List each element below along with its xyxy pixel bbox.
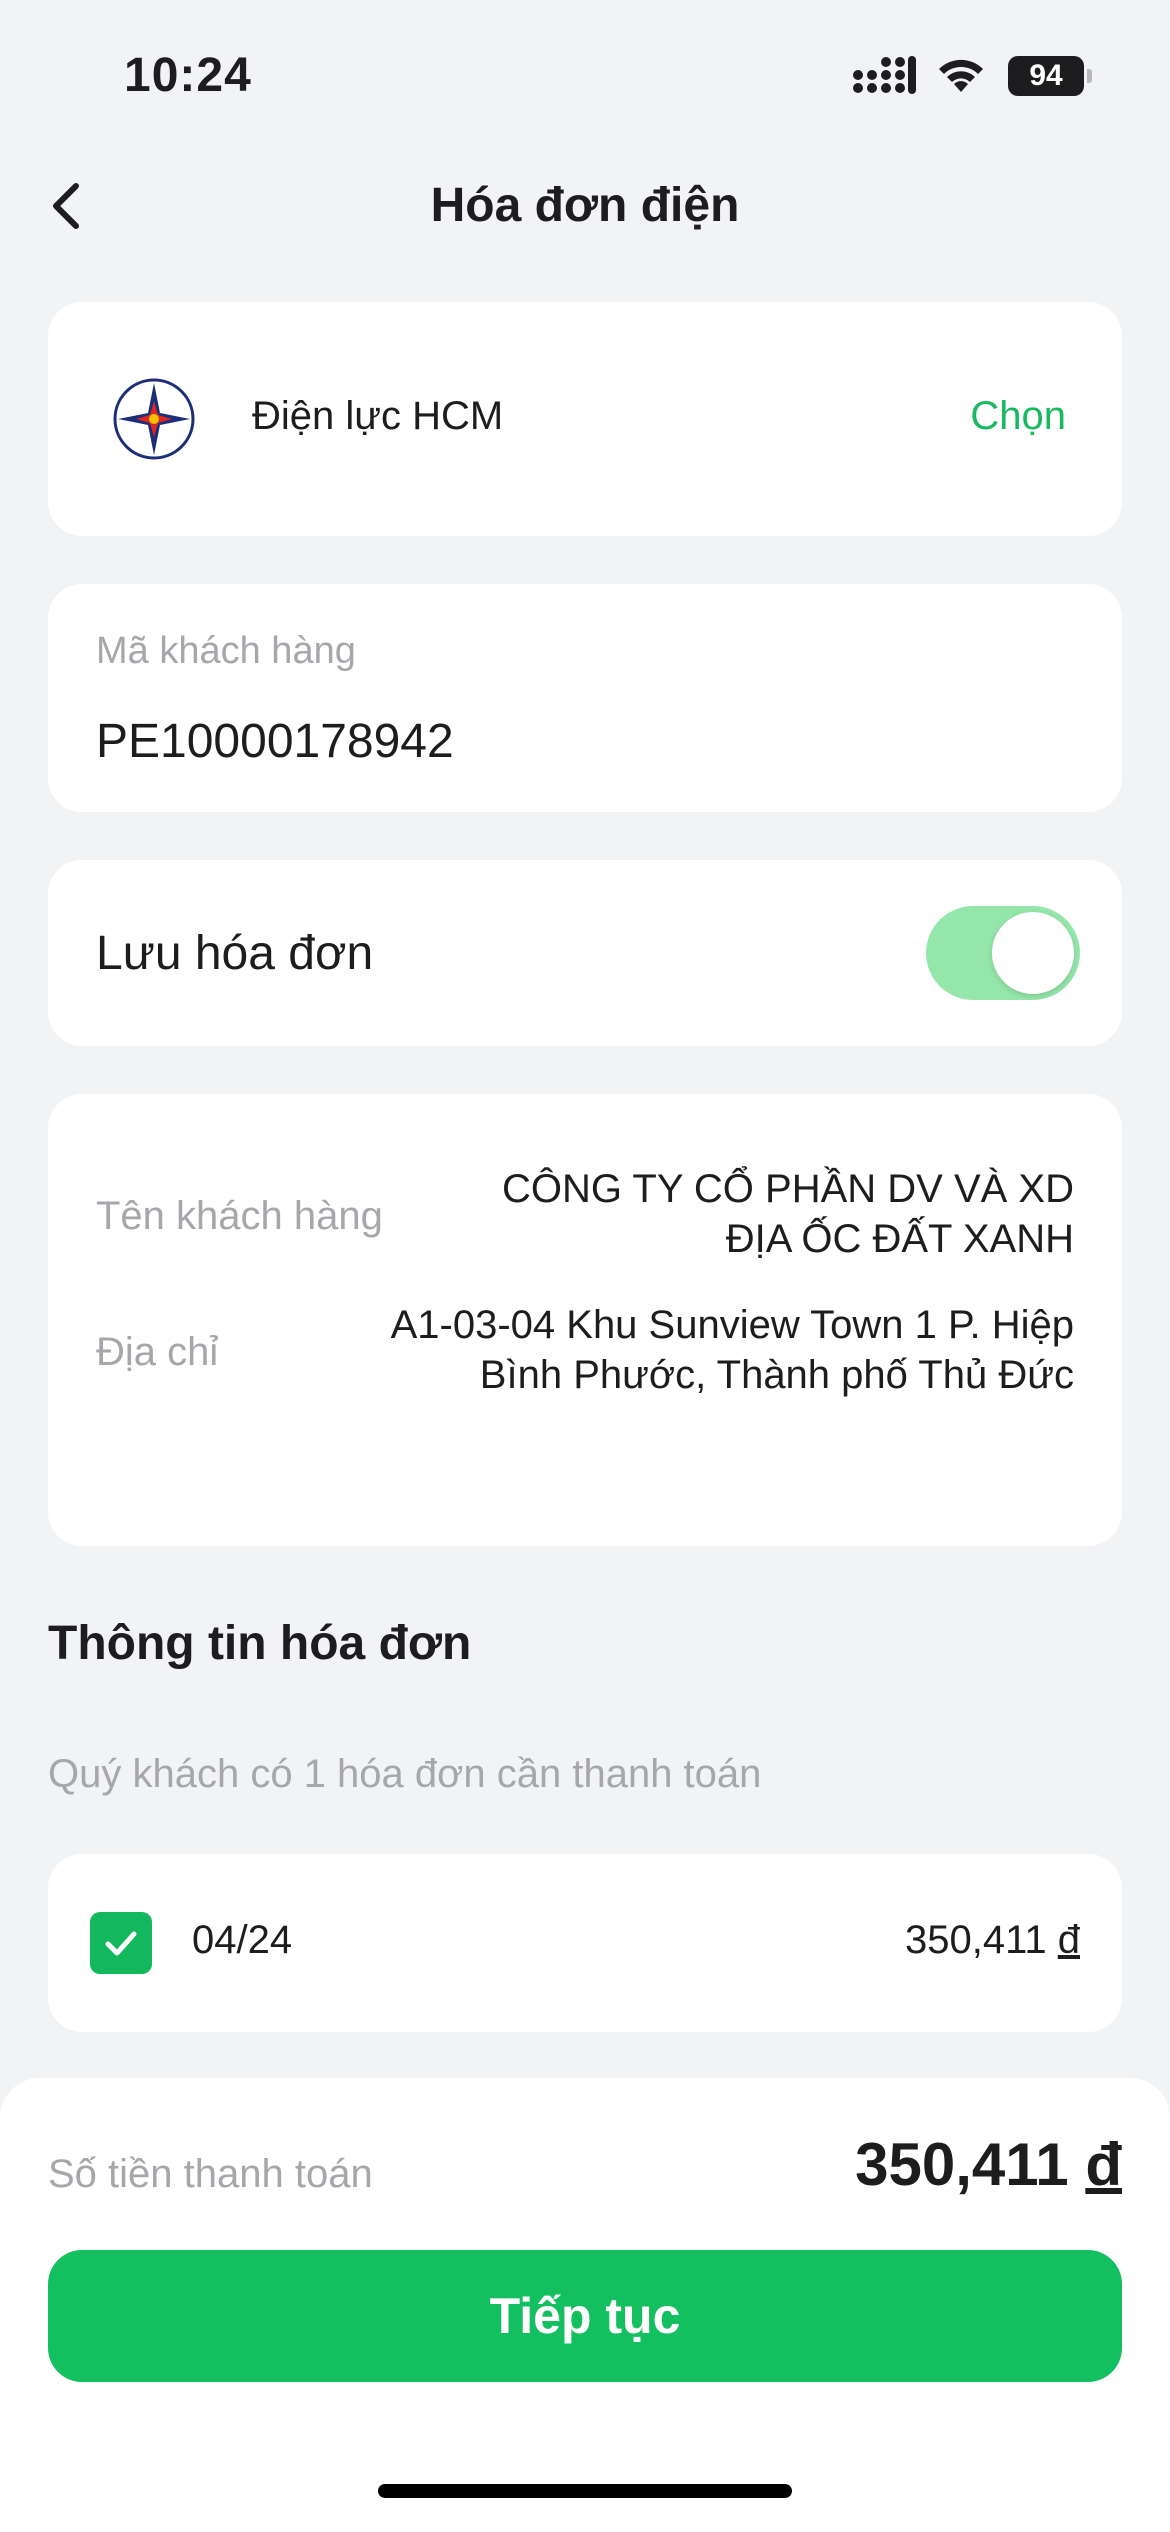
bill-section-subtitle: Quý khách có 1 hóa đơn cần thanh toán (48, 1752, 762, 1796)
save-bill-card: Lưu hóa đơn (48, 860, 1122, 1046)
payment-bottom-sheet: Số tiền thanh toán 350,411 đ Tiếp tục (0, 2078, 1170, 2532)
customer-code-card: Mã khách hàng (48, 584, 1122, 812)
cellular-signal-icon (853, 56, 916, 94)
bill-amount: 350,411 đ (905, 1918, 1080, 1963)
customer-name-value: CÔNG TY CỔ PHẦN DV VÀ XD ĐỊA ỐC ĐẤT XANH (394, 1164, 1074, 1264)
bill-item[interactable]: 04/24 350,411 đ (48, 1854, 1122, 2032)
bill-payment-screen: 10:24 94 Hóa đơn điện Điện lực HCM Chọn … (0, 0, 1170, 2532)
toggle-knob (992, 912, 1074, 994)
customer-address-value: A1-03-04 Khu Sunview Town 1 P. Hiệp Bình… (314, 1300, 1074, 1400)
status-bar: 10:24 94 (0, 0, 1170, 150)
customer-address-line1: A1-03-04 Khu Sunview Town 1 P. Hiệp (390, 1303, 1074, 1347)
checkmark-icon (105, 1931, 137, 1956)
customer-name-line2: ĐỊA ỐC ĐẤT XANH (725, 1217, 1074, 1261)
battery-indicator: 94 (1008, 56, 1092, 96)
customer-address-label: Địa chỉ (96, 1330, 219, 1374)
customer-info-card: Tên khách hàng CÔNG TY CỔ PHẦN DV VÀ XD … (48, 1094, 1122, 1546)
payment-currency: đ (1085, 2131, 1122, 2198)
wifi-icon (939, 59, 983, 92)
bill-amount-value: 350,411 (905, 1918, 1047, 1962)
choose-provider-button[interactable]: Chọn (970, 394, 1066, 439)
continue-button[interactable]: Tiếp tục (48, 2250, 1122, 2382)
battery-level: 94 (1008, 56, 1084, 96)
save-bill-toggle[interactable] (926, 906, 1080, 1000)
home-indicator (378, 2484, 792, 2498)
bill-checkbox[interactable] (90, 1912, 152, 1974)
provider-name: Điện lực HCM (252, 394, 504, 438)
evn-logo-icon (113, 378, 195, 460)
page-title: Hóa đơn điện (430, 179, 740, 232)
customer-address-row: Địa chỉ A1-03-04 Khu Sunview Town 1 P. H… (96, 1300, 1074, 1410)
bill-currency: đ (1057, 1918, 1080, 1962)
customer-name-line1: CÔNG TY CỔ PHẦN DV VÀ XD (502, 1167, 1074, 1211)
battery-cap (1087, 69, 1092, 83)
customer-name-row: Tên khách hàng CÔNG TY CỔ PHẦN DV VÀ XD … (96, 1164, 1074, 1274)
status-time: 10:24 (124, 49, 252, 102)
customer-address-line2: Bình Phước, Thành phố Thủ Đức (479, 1353, 1074, 1397)
customer-code-input[interactable] (96, 714, 996, 769)
provider-card: Điện lực HCM Chọn (48, 302, 1122, 536)
payment-amount-label: Số tiền thanh toán (48, 2152, 373, 2196)
bill-section-title: Thông tin hóa đơn (48, 1617, 472, 1670)
customer-name-label: Tên khách hàng (96, 1194, 383, 1238)
save-bill-label: Lưu hóa đơn (96, 927, 374, 980)
payment-amount-value: 350,411 (855, 2131, 1069, 2198)
bill-period: 04/24 (192, 1918, 293, 1962)
payment-amount: 350,411 đ (855, 2130, 1122, 2199)
customer-code-label: Mã khách hàng (96, 630, 356, 672)
